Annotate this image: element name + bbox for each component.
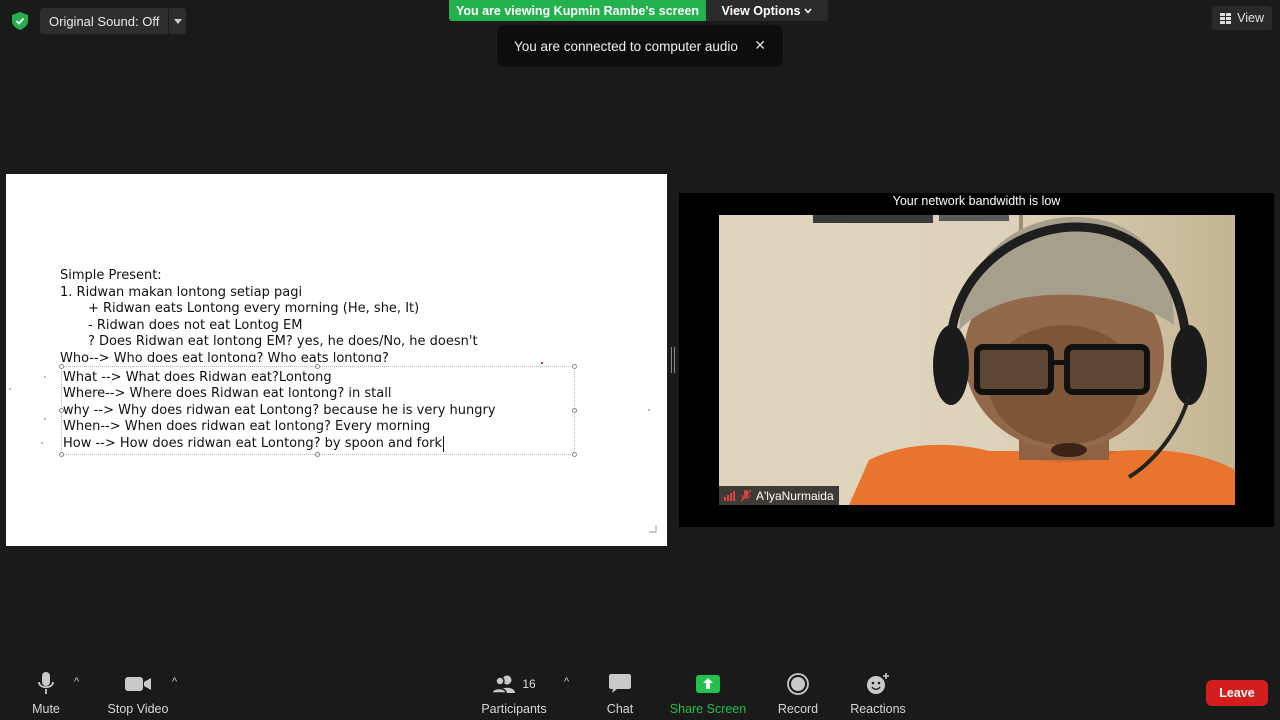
resize-handle[interactable] xyxy=(572,408,577,413)
grid-icon xyxy=(1220,12,1232,24)
panel-splitter-handle[interactable] xyxy=(671,347,675,373)
audio-connected-toast: You are connected to computer audio ✕ xyxy=(497,25,783,67)
video-options-caret-icon[interactable]: ^ xyxy=(172,676,177,688)
chat-label: Chat xyxy=(606,702,634,716)
stray-mark xyxy=(41,442,43,444)
bandwidth-warning: Your network bandwidth is low xyxy=(892,194,1061,208)
stray-mark xyxy=(44,418,46,420)
slide-text-line: What --> What does Ridwan eat?Lontong xyxy=(63,370,332,385)
stop-video-label: Stop Video xyxy=(107,702,169,716)
close-icon[interactable]: ✕ xyxy=(754,37,766,54)
participant-video-panel: Your network bandwidth is low A'lyaNurma… xyxy=(679,193,1274,527)
view-options-button[interactable]: View Options xyxy=(706,0,828,21)
stray-mark xyxy=(648,409,650,411)
slide-text-line: Where--> Where does Ridwan eat lontong? … xyxy=(63,386,392,401)
audio-options-caret-icon[interactable]: ^ xyxy=(74,676,79,688)
view-options-label: View Options xyxy=(721,3,801,18)
share-screen-label: Share Screen xyxy=(669,702,747,716)
shared-screen-content: Simple Present: 1. Ridwan makan lontong … xyxy=(6,174,667,546)
resize-handle[interactable] xyxy=(315,452,320,457)
chat-bubble-icon xyxy=(609,672,631,696)
view-label: View xyxy=(1237,11,1264,25)
share-screen-button[interactable]: Share Screen xyxy=(669,672,747,716)
mute-button[interactable]: Mute xyxy=(28,672,64,716)
reactions-smiley-icon xyxy=(866,672,890,696)
resize-handle[interactable] xyxy=(59,364,64,369)
reactions-label: Reactions xyxy=(850,702,906,716)
original-sound-dropdown-icon[interactable] xyxy=(168,8,186,34)
slide-text-line: When--> When does ridwan eat lontong? Ev… xyxy=(63,419,431,434)
resize-handle[interactable] xyxy=(59,452,64,457)
slide-text-line: ? Does Ridwan eat lontong EM? yes, he do… xyxy=(88,334,478,349)
participant-name: A'lyaNurmaida xyxy=(756,488,834,503)
participant-video-image xyxy=(719,215,1235,505)
participant-video[interactable]: A'lyaNurmaida xyxy=(719,215,1235,505)
leave-button[interactable]: Leave xyxy=(1206,680,1268,706)
stop-video-button[interactable]: Stop Video xyxy=(106,672,170,716)
microphone-icon xyxy=(38,672,54,696)
slide-text-line: How --> How does ridwan eat Lontong? by … xyxy=(63,436,445,452)
original-sound-button[interactable]: Original Sound: Off xyxy=(40,8,187,34)
resize-corner-icon xyxy=(648,524,657,536)
chat-button[interactable]: Chat xyxy=(602,672,638,716)
resize-handle[interactable] xyxy=(572,364,577,369)
stray-mark xyxy=(541,362,543,364)
participants-button[interactable]: 16 Participants xyxy=(480,672,548,716)
toast-message: You are connected to computer audio xyxy=(514,38,738,54)
record-button[interactable]: Record xyxy=(776,672,820,716)
chevron-down-icon xyxy=(804,8,813,14)
participants-icon xyxy=(492,675,516,693)
mute-label: Mute xyxy=(32,702,60,716)
record-icon xyxy=(787,672,809,696)
participants-options-caret-icon[interactable]: ^ xyxy=(564,676,569,688)
slide-text-line: why --> Why does ridwan eat Lontong? bec… xyxy=(63,403,496,418)
slide-text-line: Who--> Who does eat lontong? Who eats lo… xyxy=(60,351,389,362)
slide-text-line: Simple Present: xyxy=(60,268,162,283)
video-camera-icon xyxy=(125,672,151,696)
slide-text-line: 1. Ridwan makan lontong setiap pagi xyxy=(60,285,303,300)
participants-icon-group: 16 xyxy=(492,672,536,696)
participants-count: 16 xyxy=(522,677,536,691)
share-screen-icon xyxy=(696,672,720,696)
muted-mic-icon xyxy=(741,489,751,502)
reactions-button[interactable]: Reactions xyxy=(850,672,906,716)
resize-handle[interactable] xyxy=(315,364,320,369)
slide-text-line: - Ridwan does not eat Lontog EM xyxy=(88,318,303,333)
stray-mark xyxy=(9,388,11,390)
participant-name-tag: A'lyaNurmaida xyxy=(719,486,839,505)
participants-label: Participants xyxy=(481,702,547,716)
original-sound-label: Original Sound: Off xyxy=(49,13,160,29)
signal-strength-icon xyxy=(724,490,735,501)
viewing-screen-banner: You are viewing Kupmin Rambe's screen xyxy=(449,0,706,21)
resize-handle[interactable] xyxy=(572,452,577,457)
view-layout-button[interactable]: View xyxy=(1212,6,1272,30)
stray-mark xyxy=(44,376,46,378)
encryption-shield-icon[interactable] xyxy=(12,12,28,30)
slide-text-line: + Ridwan eats Lontong every morning (He,… xyxy=(88,301,420,316)
record-label: Record xyxy=(777,702,819,716)
